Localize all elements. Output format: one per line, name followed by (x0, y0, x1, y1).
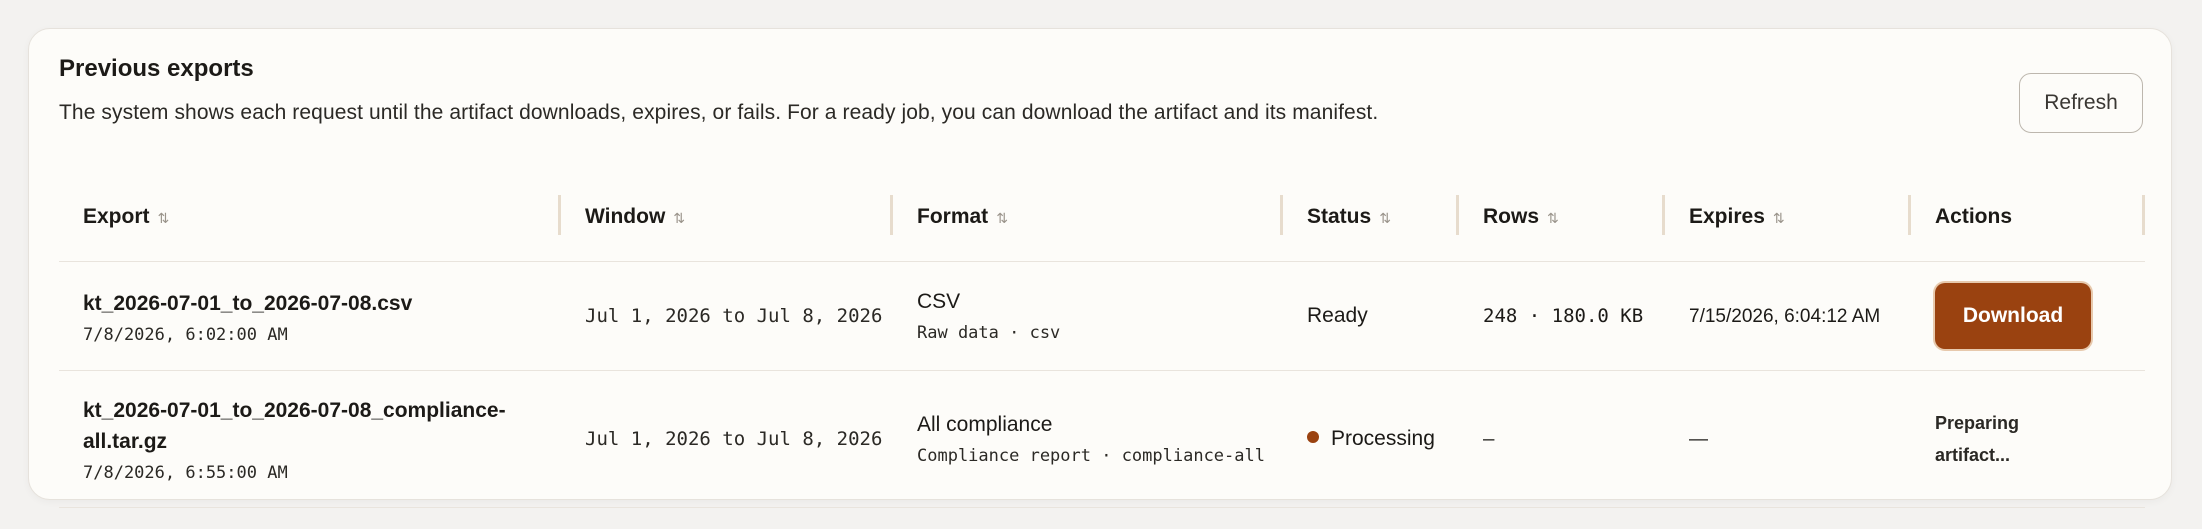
expires-time: 7/15/2026, 6:04:12 AM (1689, 305, 1881, 327)
column-header-window[interactable]: Window ⇅ (561, 173, 893, 262)
preparing-artifact-text: Preparing artifact... (1935, 413, 2020, 465)
format-detail: Compliance report · compliance-all (917, 446, 1265, 466)
column-header-label: Export (83, 205, 150, 228)
status-text: Processing (1331, 427, 1435, 450)
column-header-label: Window (585, 205, 666, 228)
format-detail: Raw data · csv (917, 323, 1061, 343)
export-created-time: 7/8/2026, 6:02:00 AM (83, 324, 288, 345)
format-cell: CSV Raw data · csv (893, 261, 1283, 371)
expires-cell: 7/15/2026, 6:04:12 AM (1665, 261, 1911, 371)
column-divider[interactable] (2142, 195, 2145, 235)
actions-cell: Download (1911, 261, 2145, 371)
sort-icon[interactable]: ⇅ (996, 210, 1008, 226)
export-created-time: 7/8/2026, 6:55:00 AM (83, 463, 288, 483)
refresh-button[interactable]: Refresh (2019, 73, 2143, 133)
export-filename: kt_2026-07-01_to_2026-07-08_compliance-a… (83, 399, 506, 453)
expires-cell: — (1665, 370, 1911, 508)
actions-cell: Preparing artifact... (1911, 370, 2145, 508)
rows-cell: – (1459, 370, 1665, 508)
section-description: The system shows each request until the … (59, 101, 1379, 124)
row-count: – (1483, 427, 1495, 450)
sort-icon[interactable]: ⇅ (1547, 210, 1559, 226)
table-row: kt_2026-07-01_to_2026-07-08_compliance-a… (59, 370, 2145, 508)
export-cell: kt_2026-07-01_to_2026-07-08_compliance-a… (59, 370, 561, 508)
column-header-rows[interactable]: Rows ⇅ (1459, 173, 1665, 262)
download-button[interactable]: Download (1935, 283, 2091, 349)
column-header-label: Expires (1689, 205, 1765, 228)
status-cell: Processing (1283, 370, 1459, 508)
column-header-label: Status (1307, 205, 1372, 228)
previous-exports-card: Previous exports The system shows each r… (28, 28, 2172, 508)
export-window: Jul 1, 2026 to Jul 8, 2026 (585, 304, 883, 327)
sort-icon[interactable]: ⇅ (1379, 210, 1391, 226)
status-cell: Ready (1283, 261, 1459, 371)
export-window: Jul 1, 2026 to Jul 8, 2026 (585, 427, 883, 450)
exports-table: Export ⇅ Window ⇅ Format ⇅ Status ⇅ Rows ⇅ (59, 173, 2145, 508)
column-header-status[interactable]: Status ⇅ (1283, 173, 1459, 262)
sort-icon[interactable]: ⇅ (158, 210, 170, 226)
column-header-label: Rows (1483, 205, 1540, 228)
column-header-export[interactable]: Export ⇅ (59, 173, 561, 262)
export-filename: kt_2026-07-01_to_2026-07-08.csv (83, 291, 413, 315)
column-header-expires[interactable]: Expires ⇅ (1665, 173, 1911, 262)
row-count: 248 · 180.0 KB (1483, 304, 1644, 327)
processing-dot-icon (1307, 431, 1319, 444)
table-row: kt_2026-07-01_to_2026-07-08.csv 7/8/2026… (59, 261, 2145, 371)
sort-icon[interactable]: ⇅ (1773, 210, 1785, 226)
column-header-actions: Actions (1911, 173, 2145, 262)
window-cell: Jul 1, 2026 to Jul 8, 2026 (561, 261, 893, 371)
column-header-format[interactable]: Format ⇅ (893, 173, 1283, 262)
format-cell: All compliance Compliance report · compl… (893, 370, 1283, 508)
format-name: CSV (917, 290, 961, 313)
expires-time: — (1689, 428, 1708, 450)
export-cell: kt_2026-07-01_to_2026-07-08.csv 7/8/2026… (59, 261, 561, 371)
status-text: Ready (1307, 304, 1368, 327)
table-header-row: Export ⇅ Window ⇅ Format ⇅ Status ⇅ Rows ⇅ (59, 173, 2145, 262)
column-header-label: Format (917, 205, 989, 228)
rows-cell: 248 · 180.0 KB (1459, 261, 1665, 371)
column-header-label: Actions (1935, 205, 2013, 228)
section-title: Previous exports (59, 55, 254, 82)
window-cell: Jul 1, 2026 to Jul 8, 2026 (561, 370, 893, 508)
format-name: All compliance (917, 413, 1053, 436)
sort-icon[interactable]: ⇅ (673, 210, 685, 226)
